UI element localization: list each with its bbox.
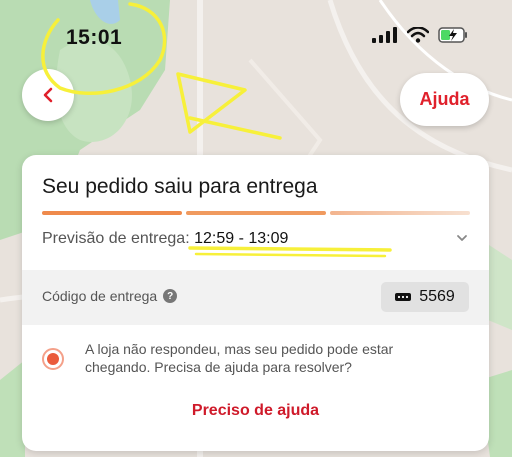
delivery-code-label: Código de entrega xyxy=(42,288,158,304)
progress-segment-1 xyxy=(42,211,182,215)
signal-icon xyxy=(372,27,397,43)
delivery-code-row: Código de entrega ? 5569 xyxy=(22,270,489,325)
battery-charging-icon xyxy=(438,27,467,43)
order-status-card: Seu pedido saiu para entrega Previsão de… xyxy=(22,155,489,451)
chevron-left-icon xyxy=(43,87,53,103)
status-bar: 15:01 xyxy=(0,0,512,70)
alert-dot xyxy=(47,353,59,365)
status-time: 15:01 xyxy=(66,26,123,49)
forecast-time: 12:59 - 13:09 xyxy=(194,230,289,247)
delivery-code-value: 5569 xyxy=(419,288,455,305)
alert-indicator-icon xyxy=(42,348,64,370)
chevron-down-icon[interactable] xyxy=(455,231,469,245)
delivery-code-badge: 5569 xyxy=(381,282,469,312)
password-dots-icon xyxy=(395,293,412,301)
delivery-forecast[interactable]: Previsão de entrega: 12:59 - 13:09 xyxy=(42,230,288,248)
back-button[interactable] xyxy=(22,69,74,121)
system-icons xyxy=(372,27,468,43)
help-button[interactable]: Ajuda xyxy=(400,73,489,126)
forecast-label: Previsão de entrega: xyxy=(42,230,190,247)
progress-segment-2 xyxy=(186,211,326,215)
delivery-code-label-group: Código de entrega ? xyxy=(42,288,178,304)
need-help-button[interactable]: Preciso de ajuda xyxy=(22,402,489,420)
question-icon[interactable]: ? xyxy=(163,289,178,303)
delivery-progress-bar xyxy=(42,211,470,215)
progress-segment-3 xyxy=(330,211,470,215)
alert-message: A loja não respondeu, mas seu pedido pod… xyxy=(85,341,394,375)
wifi-icon xyxy=(407,27,429,43)
order-status-title: Seu pedido saiu para entrega xyxy=(42,175,318,198)
